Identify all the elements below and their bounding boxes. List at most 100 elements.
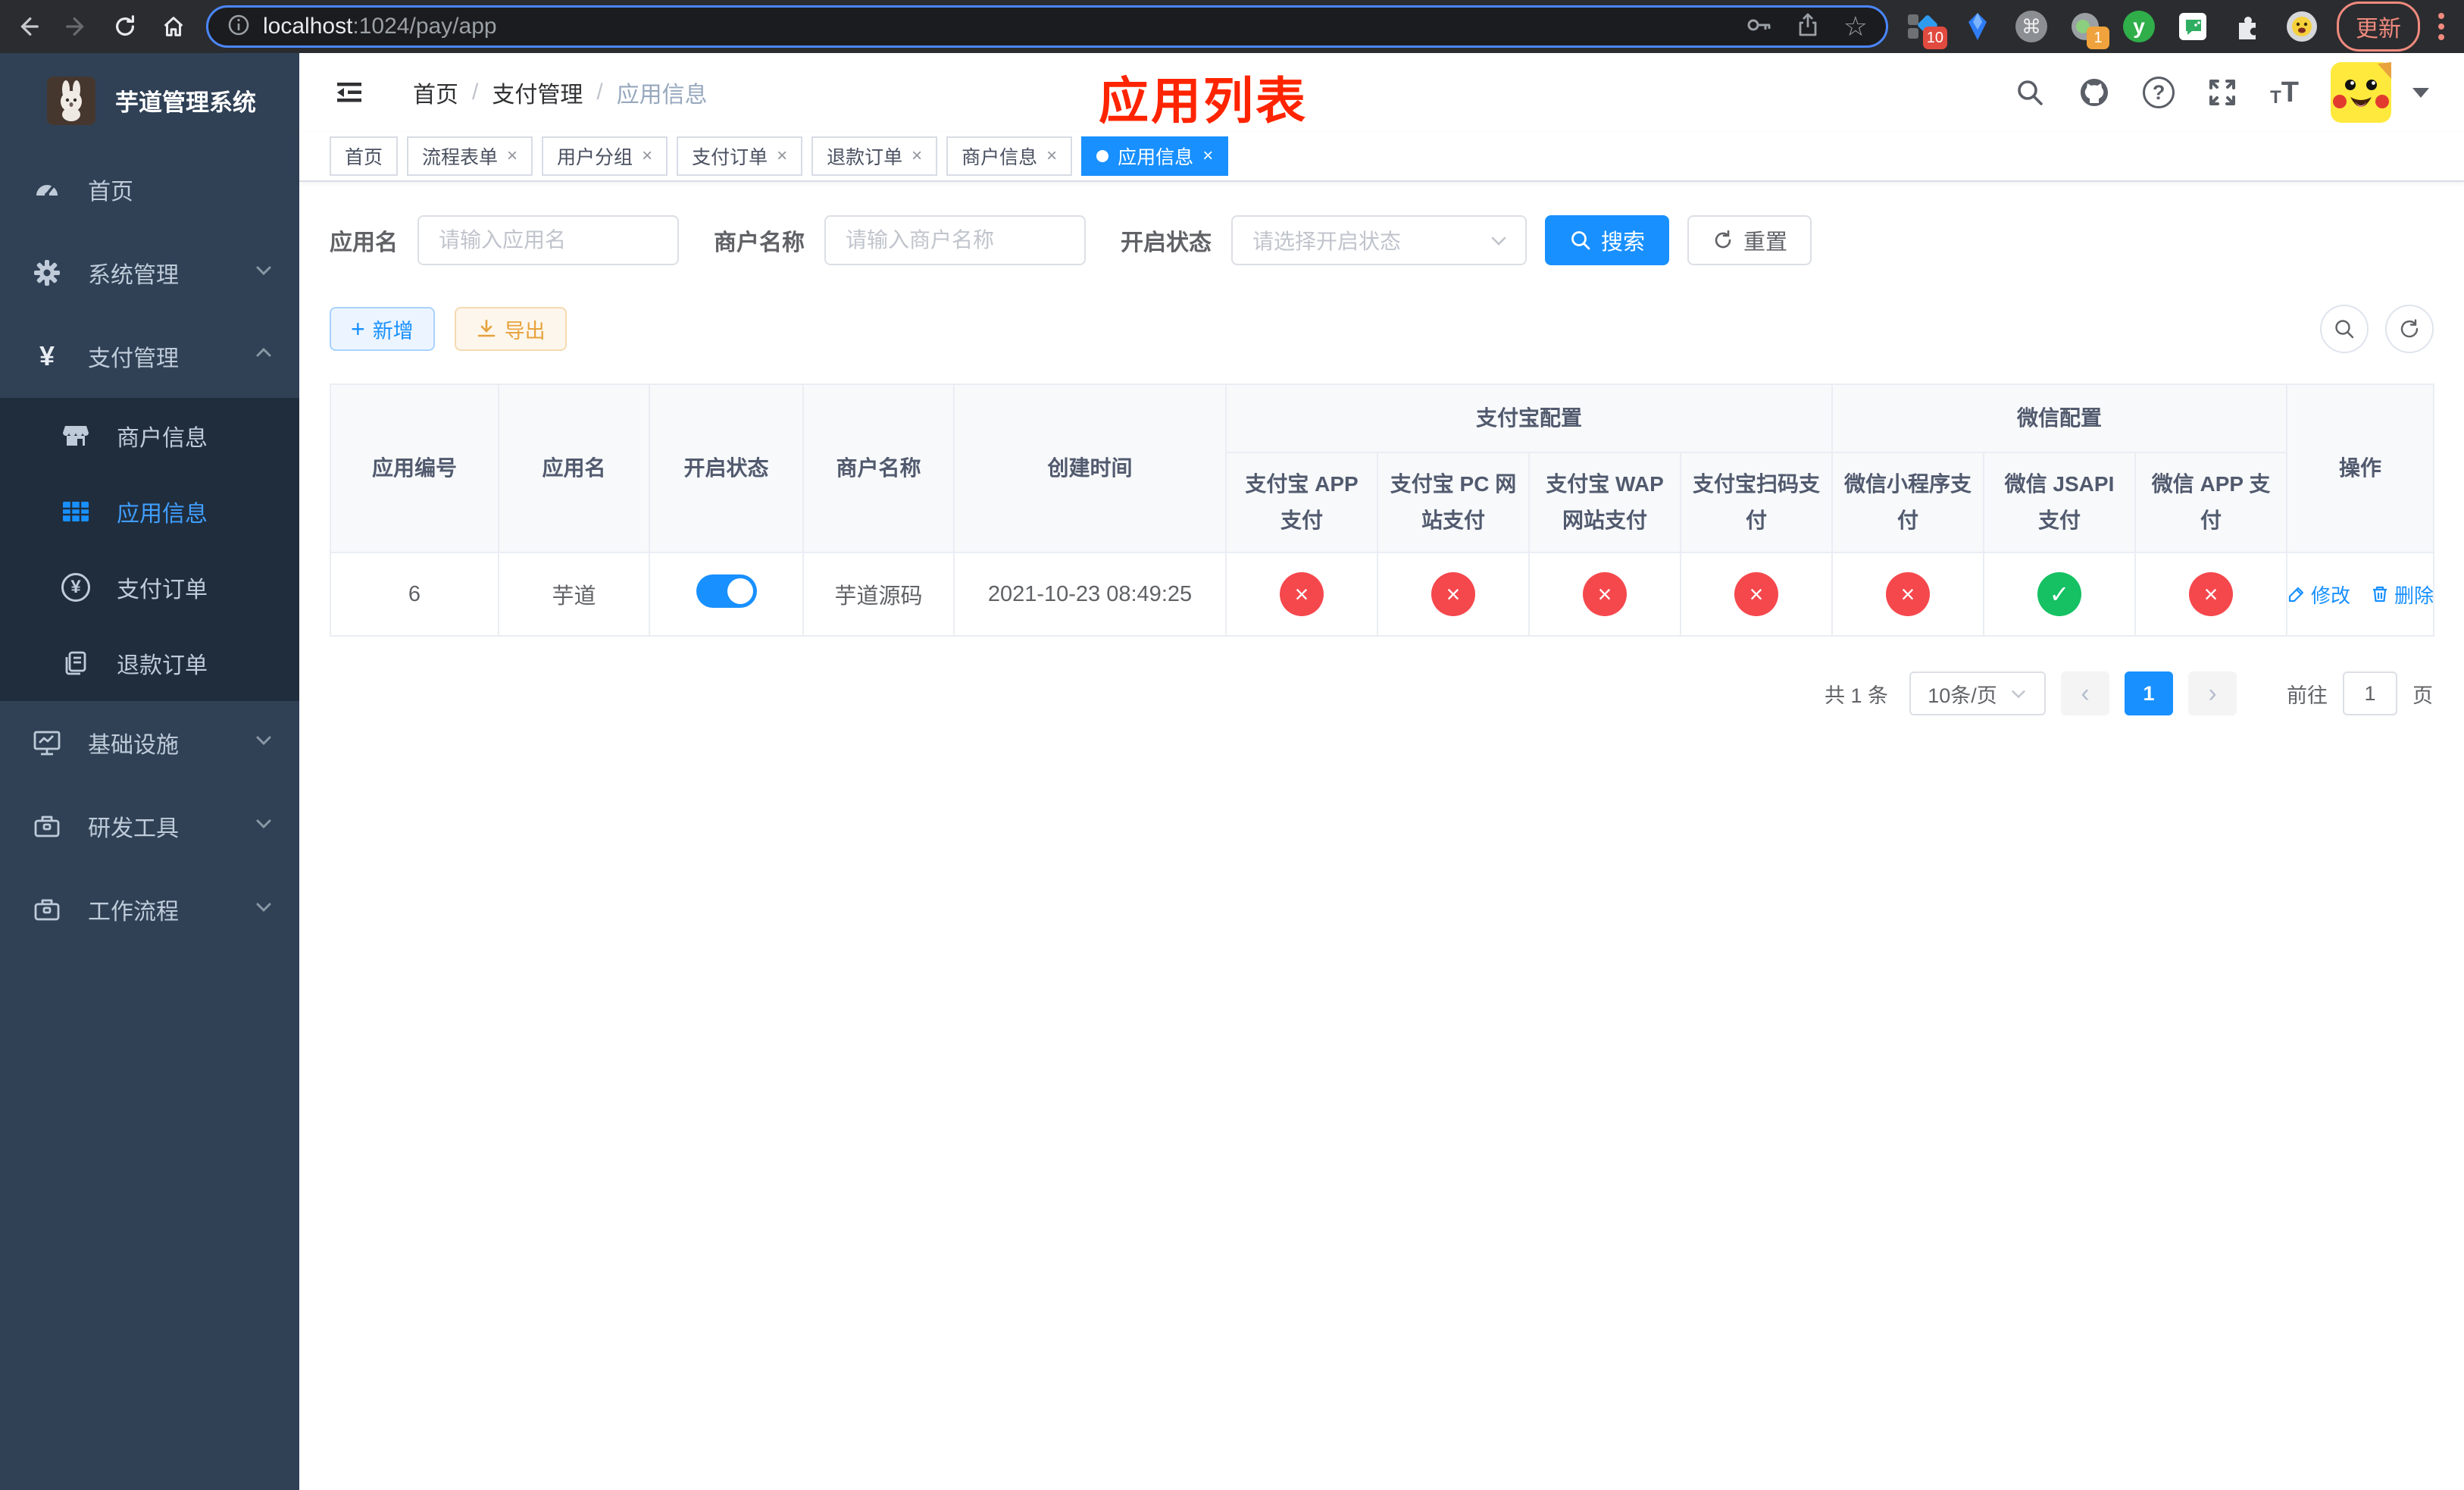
search-icon[interactable]	[2014, 77, 2046, 108]
sidebar-item-label: 基础设施	[88, 733, 179, 758]
close-icon[interactable]: ×	[777, 147, 787, 165]
extension-puzzle-icon[interactable]	[2231, 10, 2264, 43]
wechat-app-status-icon: ×	[2189, 572, 2234, 616]
col-status: 开启状态	[649, 383, 804, 553]
status-toggle[interactable]	[696, 574, 757, 608]
extension-gem-icon[interactable]	[1961, 10, 1994, 43]
col-group-wechat: 微信配置	[1831, 383, 2288, 453]
url-bar[interactable]: localhost:1024/pay/app ☆	[206, 5, 1888, 48]
sidebar-item-pay-orders[interactable]: ¥ 支付订单	[0, 549, 299, 625]
site-info-icon[interactable]	[227, 13, 251, 41]
sidebar-item-app-info[interactable]: 应用信息	[0, 474, 299, 549]
prev-page-button[interactable]: ‹	[2061, 671, 2109, 715]
next-page-button[interactable]: ›	[2188, 671, 2237, 715]
breadcrumb-payment[interactable]: 支付管理	[492, 76, 583, 109]
forward-icon[interactable]	[62, 12, 91, 41]
extension-y-icon[interactable]: y	[2123, 11, 2155, 42]
extension-metamask-icon[interactable]: 10	[1906, 10, 1947, 49]
app-name-input[interactable]	[417, 215, 679, 265]
browser-update-button[interactable]: 更新	[2337, 2, 2420, 52]
close-icon[interactable]: ×	[1202, 147, 1213, 165]
sidebar-toggle-icon[interactable]	[334, 77, 364, 108]
col-app-id: 应用编号	[330, 383, 499, 553]
tab-pay-orders[interactable]: 支付订单 ×	[677, 136, 803, 176]
table-tools	[2320, 305, 2434, 353]
alipay-wap-status-icon: ×	[1583, 572, 1627, 616]
tab-home[interactable]: 首页	[330, 136, 399, 176]
sidebar-item-dev-tools[interactable]: 研发工具	[0, 784, 299, 868]
reset-button[interactable]: 重置	[1687, 215, 1812, 265]
browser-menu-icon[interactable]	[2438, 13, 2444, 40]
sidebar-item-merchant-info[interactable]: 商户信息	[0, 398, 299, 474]
col-alipay-qr: 支付宝扫码支付	[1679, 452, 1834, 553]
back-icon[interactable]	[14, 12, 42, 41]
alipay-pc-status-icon: ×	[1431, 572, 1475, 616]
app-table: 应用编号 应用名 开启状态 商户名称 创建时间 支付宝配置 微信配置 操作 支付…	[330, 383, 2435, 637]
sidebar-item-label: 应用信息	[117, 502, 208, 527]
close-icon[interactable]: ×	[911, 147, 922, 165]
password-key-icon[interactable]	[1745, 11, 1772, 42]
sidebar-item-workflow[interactable]: 工作流程	[0, 868, 299, 951]
breadcrumb-separator: /	[472, 80, 479, 105]
search-button[interactable]: 搜索	[1545, 215, 1670, 265]
sidebar-item-refund-orders[interactable]: 退款订单	[0, 625, 299, 701]
toggle-search-button[interactable]	[2320, 305, 2369, 353]
tab-merchant-info[interactable]: 商户信息 ×	[946, 136, 1073, 176]
reload-icon[interactable]	[111, 12, 139, 41]
table-grid-icon	[59, 496, 92, 527]
tab-process-form[interactable]: 流程表单 ×	[407, 136, 533, 176]
goto-label: 前往	[2287, 684, 2328, 707]
app-shell: 芋道管理系统 首页 系统管理 ¥ 支付管理 商户信息 应用信息 ¥ 支付订单 退…	[0, 53, 2464, 1490]
font-size-icon[interactable]: TT	[2270, 78, 2299, 107]
close-icon[interactable]: ×	[642, 147, 652, 165]
delete-link[interactable]: 删除	[2370, 581, 2434, 609]
sidebar-item-payment[interactable]: ¥ 支付管理	[0, 315, 299, 398]
tab-refund-orders[interactable]: 退款订单 ×	[811, 136, 938, 176]
page-number-1[interactable]: 1	[2125, 671, 2173, 715]
status-select[interactable]: 请选择开启状态	[1231, 215, 1527, 265]
page-content: 应用名 商户名称 开启状态 请选择开启状态 搜索	[299, 182, 2464, 1490]
share-icon[interactable]	[1795, 12, 1821, 42]
avatar-caret-icon[interactable]	[2412, 87, 2429, 98]
breadcrumb-home[interactable]: 首页	[413, 76, 458, 109]
bookmark-star-icon[interactable]: ☆	[1843, 13, 1868, 40]
top-navbar: 首页 / 支付管理 / 应用信息 应用列表 ? T T	[299, 53, 2464, 132]
home-icon[interactable]	[159, 12, 188, 41]
sidebar-item-label: 系统管理	[88, 263, 179, 288]
plus-icon: +	[351, 315, 365, 343]
cell-app-id: 6	[330, 552, 499, 637]
sidebar-item-home[interactable]: 首页	[0, 148, 299, 231]
extension-command-icon[interactable]: ⌘	[2015, 11, 2047, 42]
refresh-table-button[interactable]	[2385, 305, 2434, 353]
row-actions: 修改 删除	[2288, 581, 2434, 609]
edit-link[interactable]: 修改	[2287, 581, 2350, 609]
col-alipay-app: 支付宝 APP 支付	[1225, 452, 1378, 553]
extensions-cluster: 10 ⌘ 1 y	[1906, 10, 2319, 49]
tab-user-group[interactable]: 用户分组 ×	[542, 136, 668, 176]
close-icon[interactable]: ×	[1046, 147, 1057, 165]
close-icon[interactable]: ×	[507, 147, 518, 165]
col-wechat-mini: 微信小程序支付	[1831, 452, 1985, 553]
github-icon[interactable]	[2078, 76, 2111, 109]
profile-avatar-icon[interactable]	[2285, 10, 2319, 43]
page-size-select[interactable]: 10条/页	[1909, 671, 2046, 715]
sidebar-logo[interactable]: 芋道管理系统	[0, 53, 299, 148]
fullscreen-icon[interactable]	[2206, 77, 2238, 108]
add-button[interactable]: + 新增	[330, 307, 435, 351]
merchant-name-input[interactable]	[824, 215, 1086, 265]
export-button[interactable]: 导出	[454, 307, 567, 351]
shop-icon	[59, 421, 92, 450]
extension-recorder-icon[interactable]: 1	[2068, 10, 2109, 49]
sidebar-item-label: 退款订单	[117, 653, 208, 678]
wechat-jsapi-status-icon: ✓	[2037, 572, 2082, 616]
chevron-down-icon	[254, 813, 274, 839]
tab-app-info-active[interactable]: 应用信息 ×	[1081, 136, 1229, 176]
user-avatar[interactable]	[2331, 62, 2391, 123]
tags-view-bar: 首页 流程表单 × 用户分组 × 支付订单 × 退款订单 × 商户信息 × 应用信息 ×	[299, 132, 2464, 182]
logo-rabbit-image	[47, 76, 95, 125]
extension-chat-icon[interactable]	[2176, 10, 2209, 43]
sidebar-item-system[interactable]: 系统管理	[0, 231, 299, 315]
sidebar-item-infrastructure[interactable]: 基础设施	[0, 701, 299, 784]
help-icon[interactable]: ?	[2143, 77, 2175, 108]
goto-page-input[interactable]	[2343, 671, 2397, 715]
